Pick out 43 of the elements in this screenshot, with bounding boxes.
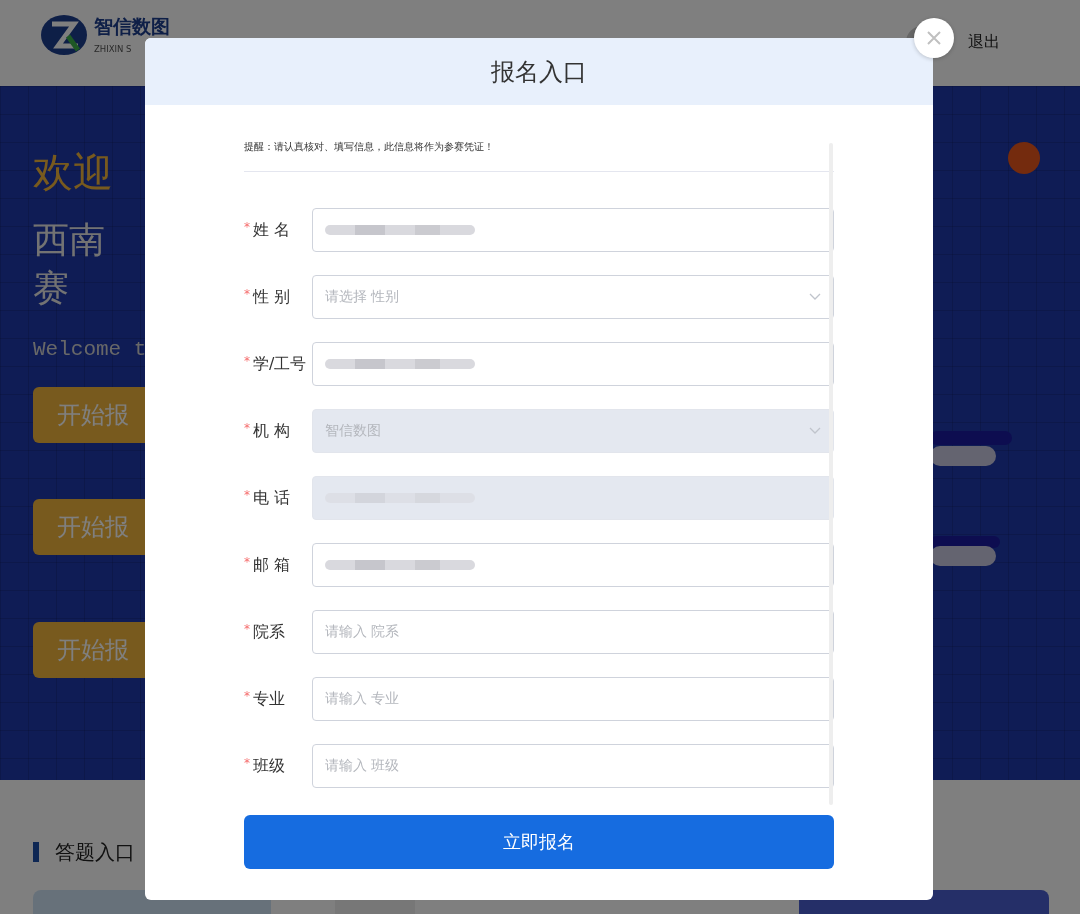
input-field[interactable]: 请输入 院系 [312,610,834,654]
input-field[interactable]: 请输入 专业 [312,677,834,721]
logo-subtitle: ZHIXIN S [94,43,133,55]
required-mark: * [244,420,250,435]
required-mark: * [244,219,250,234]
field-label: 姓 名 [253,219,291,239]
register-button[interactable]: 开始报 [33,622,145,678]
required-mark: * [244,353,250,368]
input-field[interactable] [312,208,834,252]
logout-link[interactable]: 退出 [968,31,1000,53]
input-field[interactable] [312,342,834,386]
close-icon [927,31,941,45]
chevron-down-icon [809,293,821,301]
hero-welcome: 欢迎 [33,148,113,196]
field-label: 专业 [253,688,285,708]
logo-name: 智信数图 [94,15,170,37]
input-field[interactable] [312,543,834,587]
input-field[interactable]: 请输入 班级 [312,744,834,788]
submit-button[interactable]: 立即报名 [244,815,834,869]
required-mark: * [244,755,250,770]
select-field[interactable]: 请选择 性别 [312,275,834,319]
hero-english: Welcome t [33,338,147,361]
chevron-down-icon [809,427,821,435]
hero-title: 西南 [33,218,105,262]
field-label: 班级 [253,755,285,775]
scrollbar[interactable] [829,143,833,805]
required-mark: * [244,621,250,636]
field-label: 院系 [253,621,285,641]
required-mark: * [244,286,250,301]
register-button[interactable]: 开始报 [33,387,145,443]
register-button[interactable]: 开始报 [33,499,145,555]
logo-icon [40,14,90,56]
required-mark: * [244,487,250,502]
required-mark: * [244,688,250,703]
field-label: 电 话 [253,487,291,507]
dialog-title: 报名入口 [491,56,587,88]
hero-title: 赛 [33,266,69,310]
field-label: 学/工号 [253,353,307,373]
field-label: 性 别 [253,286,291,306]
field-label: 机 构 [253,420,291,440]
field-label: 邮 箱 [253,554,291,574]
required-mark: * [244,554,250,569]
notice-text: 提醒：请认真核对、填写信息，此信息将作为参赛凭证！ [244,141,495,153]
